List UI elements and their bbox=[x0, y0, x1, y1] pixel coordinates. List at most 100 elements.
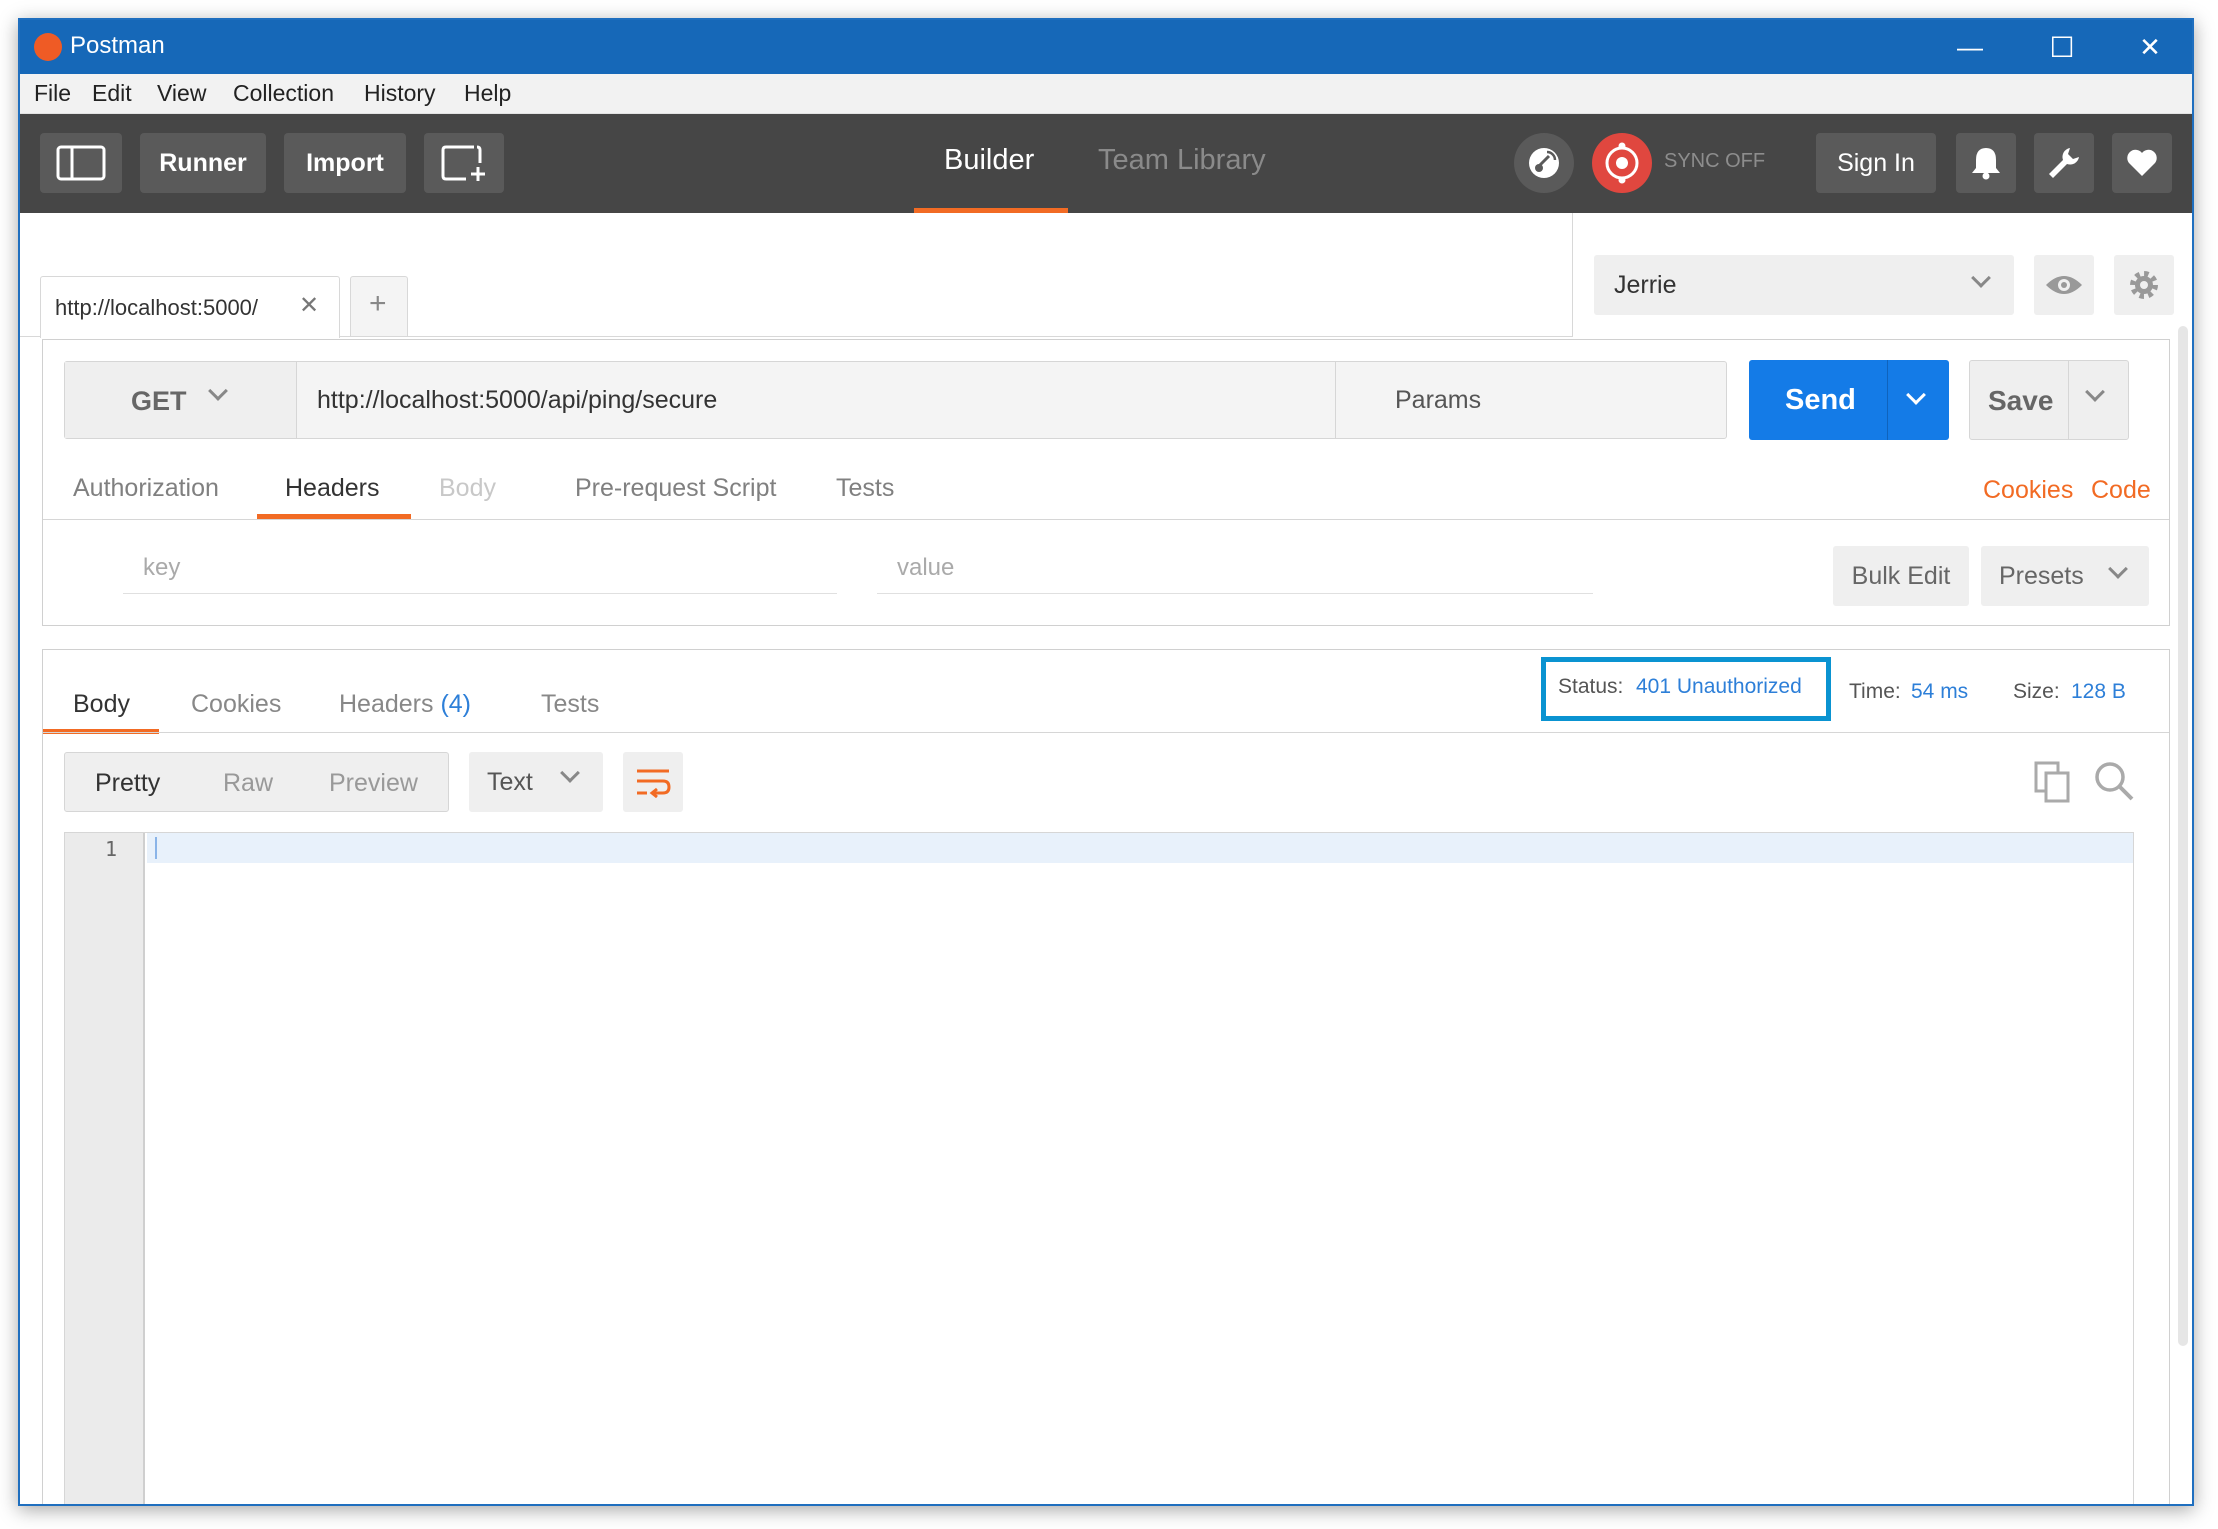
tab-team-library[interactable]: Team Library bbox=[1098, 144, 1266, 177]
menu-history[interactable]: History bbox=[364, 80, 436, 107]
request-builder-panel: GET http://localhost:5000/api/ping/secur… bbox=[42, 339, 2170, 626]
view-mode-group: Pretty Raw Preview bbox=[64, 752, 449, 812]
cookies-link[interactable]: Cookies bbox=[1983, 476, 2073, 505]
environment-selected-value: Jerrie bbox=[1614, 271, 1677, 299]
bulk-edit-button[interactable]: Bulk Edit bbox=[1833, 546, 1969, 606]
view-mode-pretty[interactable]: Pretty bbox=[95, 769, 160, 798]
line-number-gutter: 1 bbox=[65, 833, 145, 1504]
response-panel: Body Cookies Headers (4) Tests Status: 4… bbox=[42, 649, 2170, 1504]
close-tab-icon[interactable]: ✕ bbox=[299, 291, 319, 320]
response-headers-count: (4) bbox=[440, 690, 472, 718]
vertical-scrollbar[interactable] bbox=[2178, 326, 2188, 1346]
copy-response-button[interactable] bbox=[2033, 760, 2075, 804]
environment-quick-look-button[interactable] bbox=[2034, 255, 2094, 315]
new-tab-window-button[interactable] bbox=[424, 133, 504, 193]
sync-icon bbox=[1605, 142, 1639, 184]
send-divider bbox=[1887, 360, 1888, 440]
wrap-lines-icon bbox=[637, 769, 671, 798]
sidebar-toggle-button[interactable] bbox=[40, 133, 122, 193]
chevron-down-icon bbox=[560, 763, 580, 783]
format-value: Text bbox=[487, 768, 533, 796]
status-highlight-box: Status: 401 Unauthorized bbox=[1541, 657, 1831, 721]
size-value: 128 B bbox=[2071, 680, 2126, 703]
sidebar-icon bbox=[56, 145, 106, 181]
search-icon bbox=[2095, 762, 2134, 801]
method-value: GET bbox=[131, 386, 187, 416]
request-tabs-bar: http://localhost:5000/ ✕ + Jerrie bbox=[20, 213, 2192, 338]
tab-tests[interactable]: Tests bbox=[836, 474, 894, 503]
gear-icon bbox=[2130, 271, 2158, 299]
code-link[interactable]: Code bbox=[2091, 476, 2151, 505]
menu-view[interactable]: View bbox=[157, 80, 206, 107]
tab-builder[interactable]: Builder bbox=[944, 144, 1034, 177]
new-request-tab-button[interactable]: + bbox=[350, 276, 408, 336]
maximize-button[interactable]: ☐ bbox=[2016, 20, 2108, 74]
menu-collection[interactable]: Collection bbox=[233, 80, 334, 107]
send-button-group: Send bbox=[1749, 360, 1949, 440]
heart-button[interactable] bbox=[2112, 133, 2172, 193]
status-label: Status: bbox=[1558, 675, 1624, 698]
title-bar: Postman — ☐ ✕ bbox=[20, 20, 2192, 74]
status-value: 401 Unauthorized bbox=[1636, 675, 1802, 698]
notifications-button[interactable] bbox=[1956, 133, 2016, 193]
menu-help[interactable]: Help bbox=[464, 80, 511, 107]
response-tab-cookies[interactable]: Cookies bbox=[191, 690, 281, 719]
close-button[interactable]: ✕ bbox=[2104, 20, 2192, 74]
time-label: Time: bbox=[1849, 680, 1901, 703]
new-window-icon bbox=[441, 145, 485, 181]
send-button[interactable]: Send bbox=[1785, 384, 1856, 417]
header-key-input[interactable]: key bbox=[123, 544, 837, 594]
heart-icon bbox=[2127, 149, 2157, 176]
request-tab-active[interactable]: http://localhost:5000/ ✕ bbox=[40, 276, 340, 338]
view-mode-raw[interactable]: Raw bbox=[223, 769, 273, 798]
format-select[interactable]: Text bbox=[469, 752, 603, 812]
response-body-editor[interactable]: 1 bbox=[64, 832, 2134, 1504]
size-label: Size: bbox=[2013, 680, 2060, 703]
response-tabs-divider bbox=[43, 732, 2169, 733]
runner-button[interactable]: Runner bbox=[140, 133, 266, 193]
wrap-lines-button[interactable] bbox=[623, 752, 683, 812]
minimize-button[interactable]: — bbox=[1924, 20, 2016, 74]
chevron-down-icon bbox=[2108, 559, 2128, 579]
tab-pre-request-script[interactable]: Pre-request Script bbox=[575, 474, 776, 503]
search-response-button[interactable] bbox=[2093, 760, 2137, 804]
eye-icon bbox=[2046, 276, 2082, 294]
presets-label: Presets bbox=[1999, 562, 2084, 590]
chevron-down-icon bbox=[208, 381, 228, 401]
method-select[interactable]: GET bbox=[65, 362, 297, 438]
save-divider bbox=[2068, 361, 2069, 439]
time-value: 54 ms bbox=[1911, 680, 1969, 703]
save-options-chevron-icon[interactable] bbox=[2085, 382, 2105, 402]
menu-file[interactable]: File bbox=[34, 80, 71, 107]
response-tab-tests[interactable]: Tests bbox=[541, 690, 599, 719]
menu-edit[interactable]: Edit bbox=[92, 80, 132, 107]
environment-select[interactable]: Jerrie bbox=[1594, 255, 2014, 315]
response-tab-body[interactable]: Body bbox=[73, 690, 130, 719]
presets-button[interactable]: Presets bbox=[1981, 546, 2149, 606]
params-button[interactable]: Params bbox=[1395, 386, 1481, 415]
response-tab-headers[interactable]: Headers (4) bbox=[339, 690, 471, 719]
headers-divider bbox=[43, 519, 2169, 520]
view-mode-preview[interactable]: Preview bbox=[329, 769, 418, 798]
tab-authorization[interactable]: Authorization bbox=[73, 474, 219, 503]
url-input[interactable]: http://localhost:5000/api/ping/secure bbox=[317, 386, 717, 415]
sync-status-button[interactable] bbox=[1592, 133, 1652, 193]
menu-bar: File Edit View Collection History Help bbox=[20, 74, 2192, 114]
save-button-group: Save bbox=[1969, 360, 2129, 440]
settings-button[interactable] bbox=[2034, 133, 2094, 193]
interceptor-button[interactable] bbox=[1514, 133, 1574, 193]
manage-environments-button[interactable] bbox=[2114, 255, 2174, 315]
plus-icon: + bbox=[369, 287, 387, 320]
satellite-icon bbox=[1529, 148, 1559, 178]
sign-in-button[interactable]: Sign In bbox=[1816, 133, 1936, 193]
import-button[interactable]: Import bbox=[284, 133, 406, 193]
wrench-icon bbox=[2049, 148, 2079, 178]
chevron-down-icon bbox=[1971, 268, 1991, 288]
sync-off-label: SYNC OFF bbox=[1664, 150, 1766, 172]
tab-body[interactable]: Body bbox=[439, 474, 496, 503]
header-value-input[interactable]: value bbox=[877, 544, 1593, 594]
tab-headers[interactable]: Headers bbox=[285, 474, 380, 503]
send-options-chevron-icon[interactable] bbox=[1906, 385, 1926, 405]
copy-icon bbox=[2034, 761, 2070, 803]
save-button[interactable]: Save bbox=[1988, 385, 2053, 417]
